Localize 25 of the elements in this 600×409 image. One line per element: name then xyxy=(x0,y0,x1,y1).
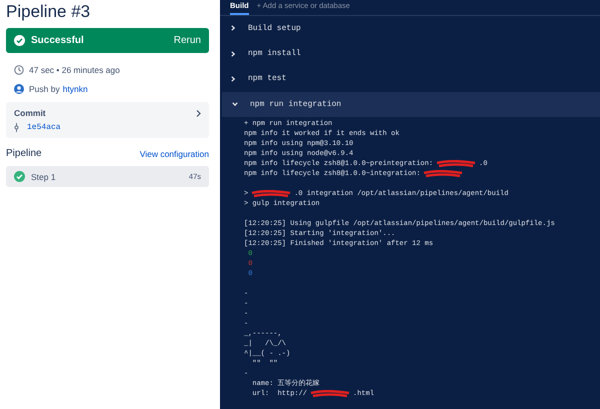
user-avatar-icon xyxy=(14,84,24,94)
view-configuration-link[interactable]: View configuration xyxy=(140,148,209,158)
rerun-button[interactable]: Rerun xyxy=(174,35,201,46)
chevron-down-icon xyxy=(232,101,238,108)
chevron-right-icon xyxy=(230,50,236,57)
log-section-header[interactable]: Build setup xyxy=(220,16,600,41)
chevron-right-icon xyxy=(230,25,236,32)
page-title: Pipeline #3 xyxy=(6,2,92,22)
commit-icon xyxy=(14,123,19,132)
commit-hash-link[interactable]: 1e54aca xyxy=(27,123,61,132)
check-circle-icon xyxy=(14,171,25,182)
step-name: Step 1 xyxy=(31,172,57,182)
check-circle-icon xyxy=(14,35,25,46)
log-section-header[interactable]: npm install xyxy=(220,40,600,66)
pipeline-heading: Pipeline xyxy=(6,148,42,159)
clock-icon xyxy=(14,65,24,75)
user-link[interactable]: htynkn xyxy=(62,84,88,94)
chevron-right-icon xyxy=(230,76,236,82)
push-label: Push by xyxy=(29,84,60,94)
commit-heading: Commit xyxy=(14,108,46,118)
chevron-right-icon[interactable] xyxy=(196,110,201,116)
duration-text: 47 sec • 26 minutes ago xyxy=(29,65,120,75)
log-section-header[interactable]: npm run integration xyxy=(222,92,600,117)
log-section-header[interactable]: npm test xyxy=(220,66,600,92)
status-label: Successful xyxy=(31,35,85,46)
